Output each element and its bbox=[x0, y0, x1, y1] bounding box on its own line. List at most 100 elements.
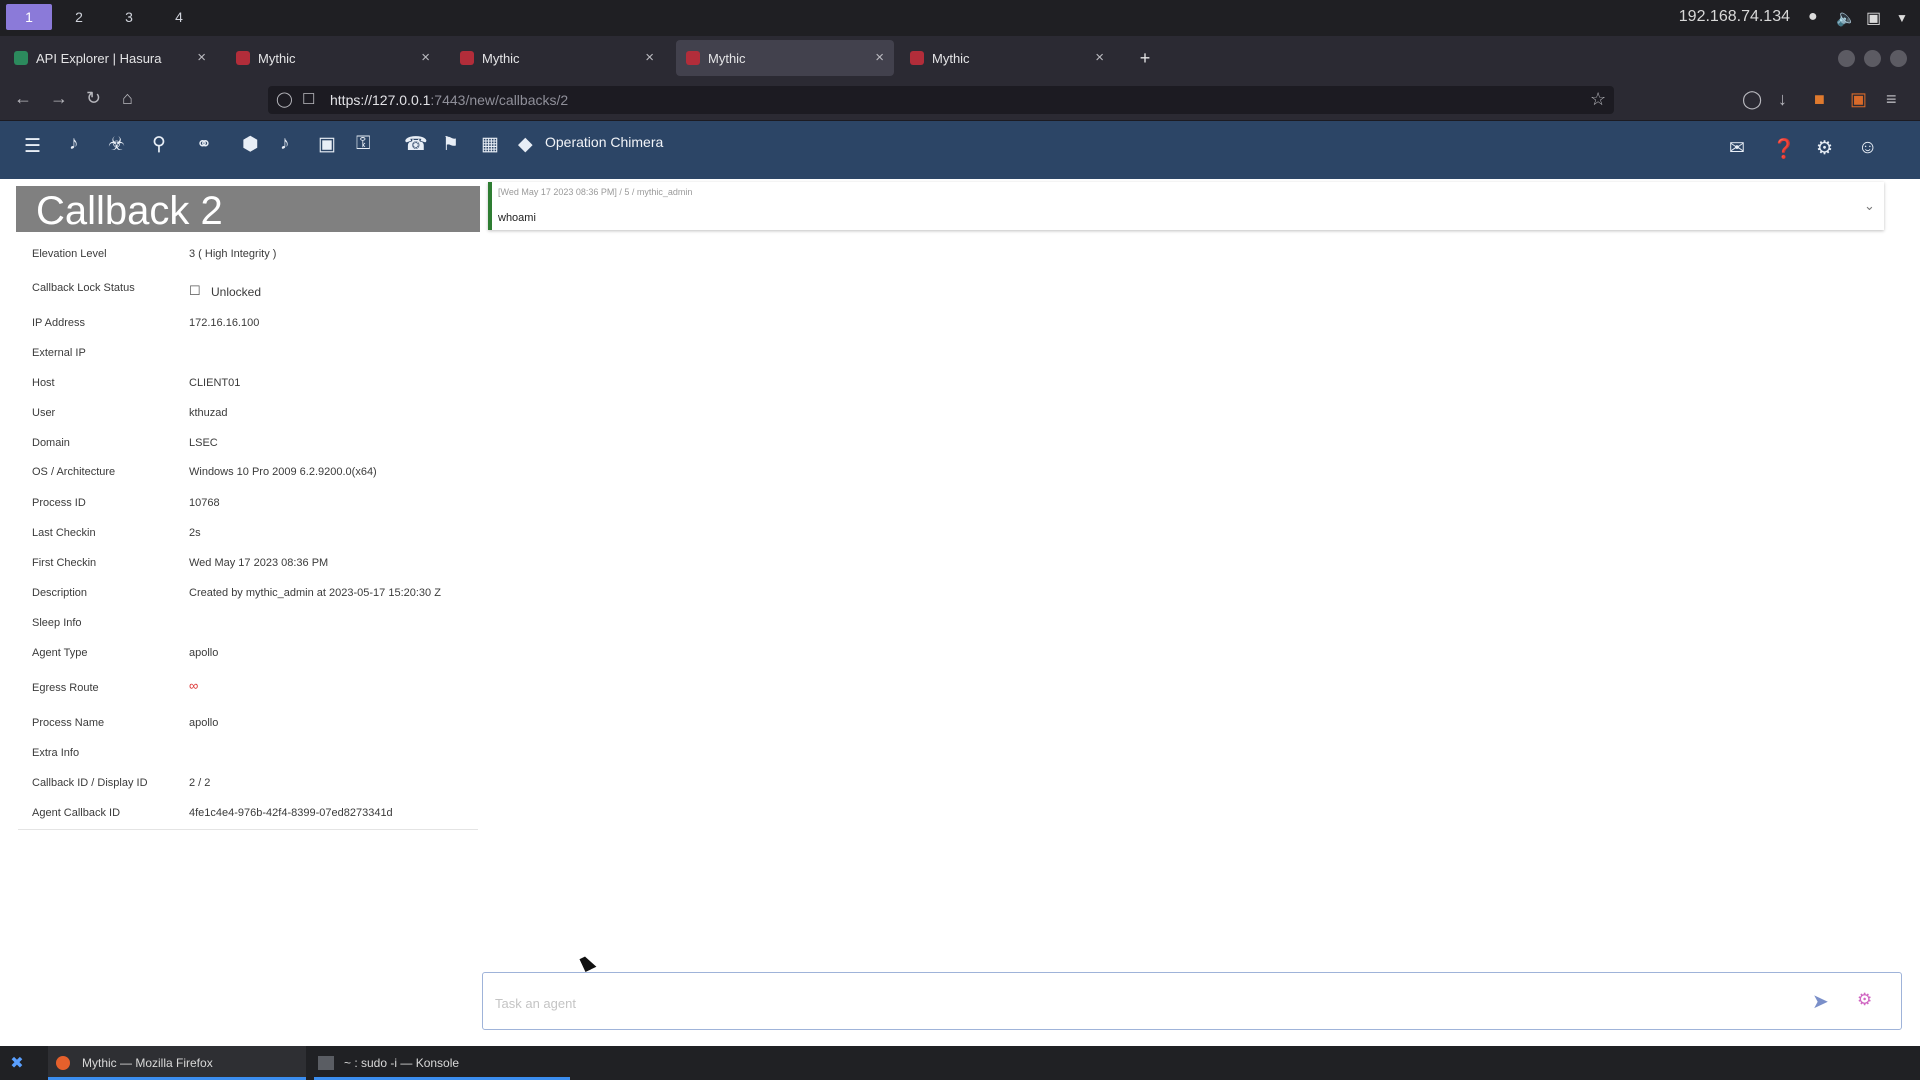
user-label: User bbox=[32, 407, 56, 419]
tab-mythic-4[interactable]: Mythic × bbox=[900, 40, 1114, 76]
hasura-favicon-icon bbox=[14, 51, 28, 65]
process-name-value: apollo bbox=[189, 717, 219, 729]
host-label: Host bbox=[32, 377, 55, 389]
display-icon[interactable]: ▣ bbox=[1866, 8, 1881, 28]
workspace-3[interactable]: 3 bbox=[106, 4, 152, 30]
task-settings-icon[interactable]: ⚙ bbox=[1857, 990, 1872, 1010]
drawer-menu-icon[interactable]: ☰ bbox=[24, 135, 41, 158]
extension-fox-icon[interactable]: ■ bbox=[1814, 89, 1825, 110]
flag-icon[interactable]: ⚑ bbox=[442, 133, 459, 156]
task-input-container bbox=[482, 972, 1902, 1030]
mouse-cursor-icon bbox=[579, 954, 597, 972]
close-tab-icon[interactable]: × bbox=[421, 49, 430, 66]
external-ip-label: External IP bbox=[32, 347, 86, 359]
feedback-icon[interactable]: ✉ bbox=[1729, 137, 1745, 160]
pocket-icon[interactable]: ◯ bbox=[1742, 89, 1762, 110]
window-minimize-button[interactable] bbox=[1838, 50, 1855, 67]
help-icon[interactable]: ❓ bbox=[1772, 137, 1796, 161]
bookmark-star-icon[interactable]: ☆ bbox=[1590, 89, 1606, 110]
close-tab-icon[interactable]: × bbox=[875, 49, 884, 66]
socks-icon[interactable]: ♪ bbox=[280, 133, 290, 155]
os-architecture-value: Windows 10 Pro 2009 6.2.9200.0(x64) bbox=[189, 466, 377, 478]
user-value: kthuzad bbox=[189, 407, 228, 419]
tracking-shield-icon[interactable]: ◯ bbox=[276, 90, 293, 108]
calendar-icon[interactable]: ▦ bbox=[481, 133, 499, 156]
ip-address-label: 192.168.74.134 bbox=[1678, 8, 1790, 25]
home-icon[interactable]: ⌂ bbox=[122, 88, 133, 109]
close-tab-icon[interactable]: × bbox=[645, 49, 654, 66]
agent-type-value: apollo bbox=[189, 647, 219, 659]
tab-title: Mythic bbox=[482, 50, 520, 66]
task-input[interactable] bbox=[493, 991, 1797, 1015]
tab-mythic-1[interactable]: Mythic × bbox=[226, 40, 440, 76]
settings-gear-icon[interactable]: ⚙ bbox=[1816, 137, 1833, 160]
task-meta: [Wed May 17 2023 08:36 PM] / 5 / mythic_… bbox=[498, 187, 693, 197]
host-value: CLIENT01 bbox=[189, 377, 241, 389]
search-icon[interactable]: ⚲ bbox=[152, 133, 166, 156]
hex-icon[interactable]: ⬢ bbox=[242, 133, 259, 156]
browser-tab-bar: API Explorer | Hasura × Mythic × Mythic … bbox=[0, 36, 1920, 80]
close-tab-icon[interactable]: × bbox=[1095, 49, 1104, 66]
user-account-icon[interactable]: ☺ bbox=[1858, 137, 1877, 159]
workspace-1[interactable]: 1 bbox=[6, 4, 52, 30]
egress-route-label: Egress Route bbox=[32, 682, 99, 694]
new-tab-plus-icon[interactable]: + bbox=[1130, 40, 1160, 76]
last-checkin-value: 2s bbox=[189, 527, 201, 539]
key-icon[interactable]: ⚿ bbox=[356, 133, 370, 155]
downloads-icon[interactable]: ↓ bbox=[1778, 89, 1787, 110]
lock-icon[interactable]: ☐ bbox=[302, 90, 315, 108]
sleep-info-label: Sleep Info bbox=[32, 617, 82, 629]
first-checkin-label: First Checkin bbox=[32, 557, 97, 569]
divider bbox=[18, 829, 478, 830]
tab-mythic-2[interactable]: Mythic × bbox=[450, 40, 664, 76]
mythic-favicon-icon bbox=[910, 51, 924, 65]
back-arrow-icon[interactable]: ← bbox=[14, 88, 32, 109]
app-launcher-icon[interactable]: ✖ bbox=[0, 1046, 34, 1080]
description-value: Created by mythic_admin at 2023-05-17 15… bbox=[189, 587, 441, 599]
tag-icon[interactable]: ◆ bbox=[518, 133, 533, 156]
egress-route-chain-icon[interactable]: ∞ bbox=[189, 678, 198, 693]
operation-name[interactable]: Operation Chimera bbox=[545, 134, 663, 150]
phone-icon[interactable]: ☎ bbox=[404, 133, 428, 156]
process-id-value: 10768 bbox=[189, 497, 220, 509]
close-tab-icon[interactable]: × bbox=[197, 49, 206, 66]
os-architecture-label: OS / Architecture bbox=[32, 466, 116, 478]
callback-title: Callback 2 bbox=[36, 189, 223, 233]
extension-icon[interactable]: ▣ bbox=[1850, 89, 1867, 110]
hamburger-menu-icon[interactable]: ≡ bbox=[1886, 89, 1897, 110]
camera-icon[interactable]: ▣ bbox=[318, 133, 336, 156]
tab-mythic-3[interactable]: Mythic × bbox=[676, 40, 894, 76]
address-url[interactable]: https://127.0.0.1:7443/new/callbacks/2 bbox=[330, 92, 568, 108]
unlock-icon[interactable]: ☐ bbox=[189, 283, 201, 299]
first-checkin-value: Wed May 17 2023 08:36 PM bbox=[189, 557, 329, 569]
reload-icon[interactable]: ↻ bbox=[86, 88, 101, 109]
taskbar-label: ~ : sudo -i — Konsole bbox=[344, 1056, 460, 1070]
ip-address-label: IP Address bbox=[32, 317, 85, 329]
forward-arrow-icon[interactable]: → bbox=[50, 88, 68, 109]
biohazard-icon[interactable]: ☣ bbox=[108, 133, 125, 156]
window-close-button[interactable] bbox=[1890, 50, 1907, 67]
headphones-icon[interactable]: ♪ bbox=[69, 133, 79, 155]
workspace-4[interactable]: 4 bbox=[156, 4, 202, 30]
process-name-label: Process Name bbox=[32, 717, 105, 729]
volume-icon[interactable]: 🔈 bbox=[1836, 8, 1856, 28]
taskbar-item-firefox[interactable]: Mythic — Mozilla Firefox bbox=[48, 1046, 306, 1080]
link-icon[interactable]: ⚭ bbox=[196, 133, 212, 156]
tab-api-explorer[interactable]: API Explorer | Hasura × bbox=[4, 40, 216, 76]
taskbar-item-konsole[interactable]: ~ : sudo -i — Konsole bbox=[314, 1046, 570, 1080]
elevation-level-label: Elevation Level bbox=[32, 248, 107, 260]
domain-value: LSEC bbox=[189, 437, 218, 449]
tray-menu-chevron-icon[interactable]: ▼ bbox=[1896, 11, 1908, 25]
task-command: whoami bbox=[498, 212, 536, 224]
network-icon[interactable]: ● bbox=[1808, 8, 1818, 26]
send-icon[interactable]: ➤ bbox=[1812, 989, 1829, 1014]
workspace-2[interactable]: 2 bbox=[56, 4, 102, 30]
expand-chevron-icon[interactable]: ⌄ bbox=[1864, 198, 1875, 214]
url-path: :7443/new/callbacks/2 bbox=[430, 92, 569, 108]
agent-callback-id-label: Agent Callback ID bbox=[32, 807, 121, 819]
window-maximize-button[interactable] bbox=[1864, 50, 1881, 67]
callback-display-id-value: 2 / 2 bbox=[189, 777, 211, 789]
process-id-label: Process ID bbox=[32, 497, 86, 509]
task-card[interactable] bbox=[488, 182, 1884, 230]
last-checkin-label: Last Checkin bbox=[32, 527, 96, 539]
